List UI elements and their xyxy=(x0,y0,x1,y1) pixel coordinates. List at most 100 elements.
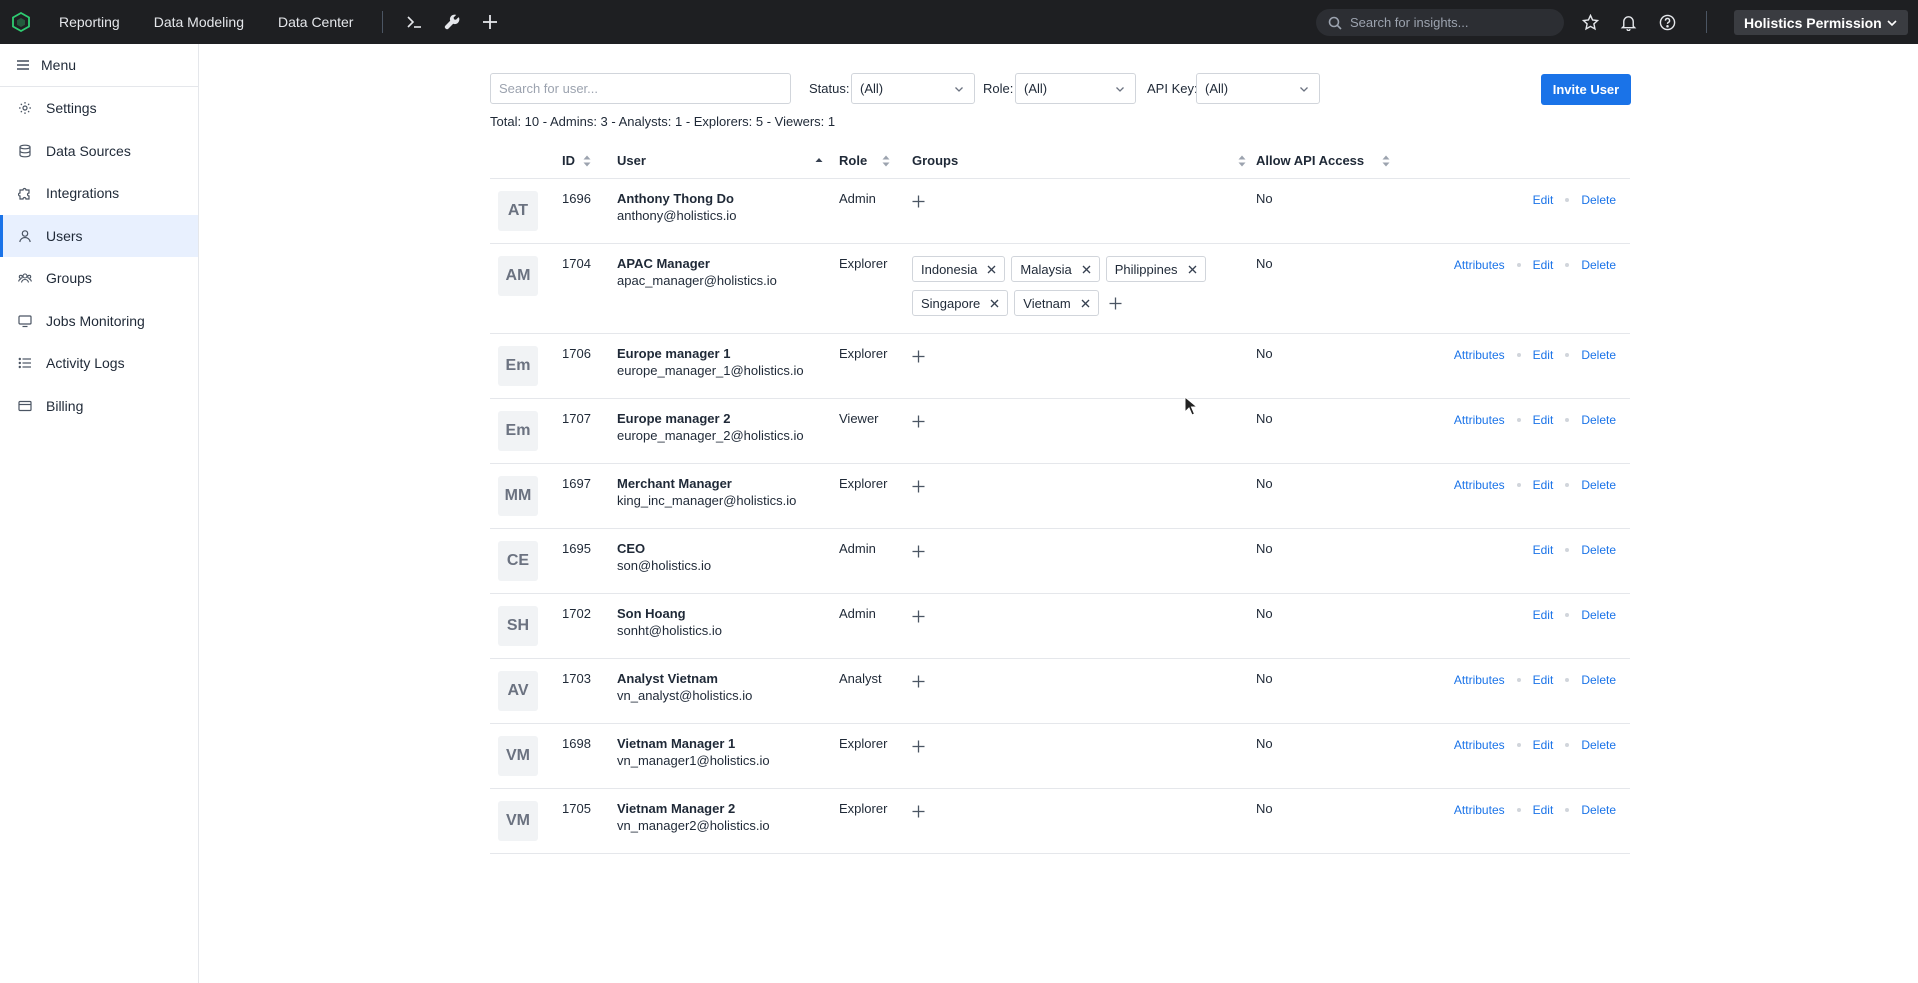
add-group-icon[interactable] xyxy=(1109,297,1122,310)
user-name: Europe manager 1 xyxy=(617,346,731,361)
delete-link[interactable]: Delete xyxy=(1581,478,1616,492)
wrench-icon[interactable] xyxy=(433,0,471,44)
user-role: Explorer xyxy=(839,346,888,361)
remove-group-icon[interactable] xyxy=(980,299,999,308)
table-row: AT 1696 Anthony Thong Do anthony@holistics.… xyxy=(490,179,1630,244)
puzzle-icon xyxy=(18,188,30,200)
add-group-icon[interactable] xyxy=(912,480,925,493)
user-role: Explorer xyxy=(839,801,888,816)
delete-link[interactable]: Delete xyxy=(1581,258,1616,272)
add-icon[interactable] xyxy=(471,0,509,44)
delete-link[interactable]: Delete xyxy=(1581,543,1616,557)
delete-link[interactable]: Delete xyxy=(1581,803,1616,817)
remove-group-icon[interactable] xyxy=(1178,265,1197,274)
remove-group-icon[interactable] xyxy=(977,265,996,274)
delete-link[interactable]: Delete xyxy=(1581,348,1616,362)
delete-link[interactable]: Delete xyxy=(1581,738,1616,752)
sidebar-item-activity-logs[interactable]: Activity Logs xyxy=(0,342,198,385)
add-group-icon[interactable] xyxy=(912,610,925,623)
action-separator xyxy=(1565,353,1570,357)
terminal-icon[interactable] xyxy=(395,0,433,44)
edit-link[interactable]: Edit xyxy=(1533,478,1554,492)
nav-data-center[interactable]: Data Center xyxy=(261,0,370,44)
status-filter-select[interactable]: (All) xyxy=(851,73,975,104)
column-header-role[interactable]: Role xyxy=(839,153,890,168)
delete-link[interactable]: Delete xyxy=(1581,608,1616,622)
user-groups xyxy=(912,803,925,818)
edit-link[interactable]: Edit xyxy=(1533,543,1554,557)
delete-link[interactable]: Delete xyxy=(1581,413,1616,427)
sidebar-item-jobs-monitoring[interactable]: Jobs Monitoring xyxy=(0,300,198,343)
holistics-logo-icon[interactable] xyxy=(0,0,42,44)
user-groups xyxy=(912,413,925,428)
user-search-input[interactable] xyxy=(490,73,791,104)
edit-link[interactable]: Edit xyxy=(1533,738,1554,752)
remove-group-icon[interactable] xyxy=(1072,265,1091,274)
edit-link[interactable]: Edit xyxy=(1533,258,1554,272)
add-group-icon[interactable] xyxy=(912,195,925,208)
row-actions: Attributes Edit Delete xyxy=(1454,258,1616,272)
action-separator xyxy=(1565,263,1570,267)
attributes-link[interactable]: Attributes xyxy=(1454,478,1505,492)
add-group-icon[interactable] xyxy=(912,415,925,428)
help-icon[interactable] xyxy=(1648,0,1686,44)
attributes-link[interactable]: Attributes xyxy=(1454,673,1505,687)
add-group-icon[interactable] xyxy=(912,805,925,818)
nav-reporting[interactable]: Reporting xyxy=(42,0,137,44)
edit-link[interactable]: Edit xyxy=(1533,193,1554,207)
menu-toggle[interactable]: Menu xyxy=(0,44,198,87)
group-tag-label: Singapore xyxy=(921,295,981,311)
role-filter-select[interactable]: (All) xyxy=(1015,73,1136,104)
edit-link[interactable]: Edit xyxy=(1533,803,1554,817)
add-group-icon[interactable] xyxy=(912,675,925,688)
sidebar-item-groups[interactable]: Groups xyxy=(0,257,198,300)
workspace-switcher[interactable]: Holistics Permission xyxy=(1734,10,1908,35)
edit-link[interactable]: Edit xyxy=(1533,413,1554,427)
column-header-api-access[interactable]: Allow API Access xyxy=(1256,153,1390,168)
global-search-input[interactable]: Search for insights... xyxy=(1316,9,1564,36)
invite-user-button[interactable]: Invite User xyxy=(1541,74,1631,105)
add-group-icon[interactable] xyxy=(912,740,925,753)
group-tag-label: Vietnam xyxy=(1023,295,1071,311)
sidebar-item-data-sources[interactable]: Data Sources xyxy=(0,130,198,173)
user-groups xyxy=(912,738,925,753)
sidebar-item-users[interactable]: Users xyxy=(0,214,198,257)
user-groups xyxy=(912,543,925,558)
action-separator xyxy=(1565,808,1570,812)
user-email: europe_manager_1@holistics.io xyxy=(617,363,804,378)
edit-link[interactable]: Edit xyxy=(1533,673,1554,687)
row-actions: Attributes Edit Delete xyxy=(1454,348,1616,362)
table-row: SH 1702 Son Hoang sonht@holistics.io Admin No… xyxy=(490,594,1630,659)
settings-sidebar: Menu Settings Data Sources Integrations … xyxy=(0,44,199,983)
user-id: 1706 xyxy=(562,346,591,361)
attributes-link[interactable]: Attributes xyxy=(1454,348,1505,362)
add-group-icon[interactable] xyxy=(912,545,925,558)
edit-link[interactable]: Edit xyxy=(1533,608,1554,622)
sidebar-item-billing[interactable]: Billing xyxy=(0,385,198,428)
remove-group-icon[interactable] xyxy=(1071,299,1090,308)
delete-link[interactable]: Delete xyxy=(1581,673,1616,687)
attributes-link[interactable]: Attributes xyxy=(1454,258,1505,272)
attributes-link[interactable]: Attributes xyxy=(1454,803,1505,817)
nav-data-modeling[interactable]: Data Modeling xyxy=(137,0,261,44)
row-actions: Edit Delete xyxy=(1533,608,1616,622)
bell-icon[interactable] xyxy=(1609,0,1647,44)
attributes-link[interactable]: Attributes xyxy=(1454,738,1505,752)
column-header-groups[interactable]: Groups xyxy=(912,153,1246,168)
sidebar-item-label: Activity Logs xyxy=(46,355,125,372)
sidebar-item-integrations[interactable]: Integrations xyxy=(0,172,198,215)
api-access-value: No xyxy=(1256,346,1273,361)
user-name: Europe manager 2 xyxy=(617,411,731,426)
star-icon[interactable] xyxy=(1571,0,1609,44)
sidebar-item-settings[interactable]: Settings xyxy=(0,87,198,130)
user-id: 1698 xyxy=(562,736,591,751)
table-row: Em 1706 Europe manager 1 europe_manager_1@h… xyxy=(490,334,1630,399)
delete-link[interactable]: Delete xyxy=(1581,193,1616,207)
column-header-user[interactable]: User xyxy=(617,153,823,168)
user-email: king_inc_manager@holistics.io xyxy=(617,493,797,508)
add-group-icon[interactable] xyxy=(912,350,925,363)
attributes-link[interactable]: Attributes xyxy=(1454,413,1505,427)
column-header-id[interactable]: ID xyxy=(562,153,591,168)
apikey-filter-select[interactable]: (All) xyxy=(1196,73,1320,104)
edit-link[interactable]: Edit xyxy=(1533,348,1554,362)
